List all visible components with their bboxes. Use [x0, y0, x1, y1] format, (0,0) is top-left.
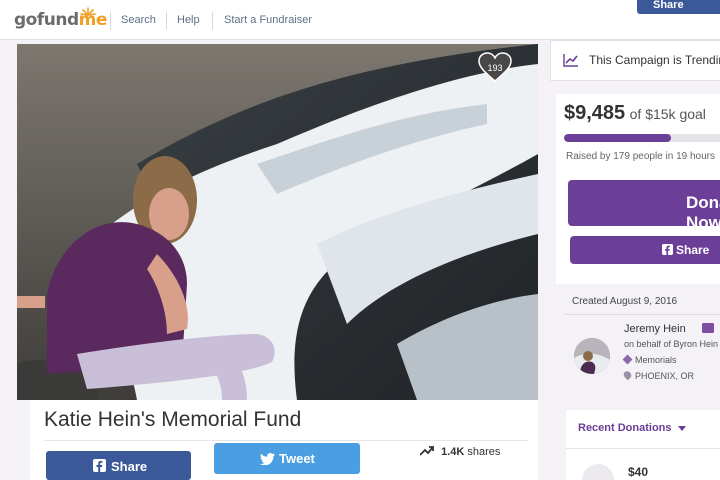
donation-amount: $40: [628, 465, 649, 479]
campaign-title: Katie Hein's Memorial Fund: [44, 408, 302, 431]
created-date: Created August 9, 2016: [572, 296, 678, 307]
raised-by-text: Raised by 179 people in 19 hours: [566, 151, 715, 162]
shares-counter: 1.4K shares: [419, 446, 501, 458]
donations-divider: [566, 448, 720, 449]
goal-progress-fill: [564, 134, 672, 142]
campaign-info-card: Created August 9, 2016 Jeremy Hein on be…: [562, 290, 720, 394]
campaign-category[interactable]: Memorials: [622, 354, 677, 365]
trending-chart-icon: [563, 54, 578, 67]
top-facebook-share-button[interactable]: Share: [637, 0, 720, 14]
location-pin-icon: [622, 369, 633, 381]
category-label: Memorials: [635, 355, 677, 365]
caret-down-icon: [677, 425, 686, 431]
facebook-share-label: Share: [111, 459, 148, 474]
shares-count: 1.4K: [441, 446, 465, 458]
trending-arrow-icon: [419, 446, 434, 456]
donate-now-button[interactable]: Donate Now: [568, 180, 720, 232]
donation-goal-card: $9,485 of $15k goal Raised by 179 people…: [556, 94, 720, 284]
contact-mail-icon[interactable]: [702, 323, 714, 333]
beach-photo-illustration: [17, 44, 538, 400]
shares-label: shares: [467, 446, 501, 458]
info-divider: [564, 314, 720, 315]
tweet-label: Tweet: [279, 451, 315, 466]
facebook-share-button[interactable]: Share: [46, 451, 191, 480]
facebook-icon: [662, 244, 673, 255]
campaign-location: PHOENIX, OR: [622, 369, 695, 381]
organizer-name[interactable]: Jeremy Hein: [624, 323, 686, 335]
organizer-avatar[interactable]: [574, 338, 610, 374]
sidebar-share-label: Share: [676, 243, 710, 257]
recent-donations-label: Recent Donations: [578, 422, 672, 434]
nav-link-start-fundraiser[interactable]: Start a Fundraiser: [224, 14, 312, 26]
donate-now-label: Donate Now: [686, 193, 720, 232]
logo-sun-icon: [80, 7, 96, 16]
facebook-icon: [93, 459, 106, 472]
nav-link-search[interactable]: Search: [121, 14, 156, 26]
location-label: PHOENIX, OR: [635, 371, 695, 381]
campaign-photo: [17, 44, 538, 400]
nav-separator: [166, 12, 167, 30]
donor-avatar: [582, 464, 614, 480]
trending-banner: This Campaign is Trending: [550, 40, 720, 81]
nav-separator: [212, 12, 213, 30]
tweet-button[interactable]: Tweet: [214, 443, 360, 474]
nav-link-help[interactable]: Help: [177, 14, 200, 26]
goal-progress-bar: [564, 134, 720, 142]
organizer-avatar-image: [574, 338, 610, 374]
recent-donations-card: Recent Donations $40: [566, 410, 720, 480]
raised-amount: $9,485: [564, 102, 626, 124]
title-divider: [44, 440, 528, 441]
top-navigation-bar: gofundme Search Help Start a Fundraiser …: [0, 0, 720, 40]
on-behalf-text: on behalf of Byron Hein: [624, 339, 719, 349]
recent-donations-dropdown[interactable]: Recent Donations: [578, 422, 686, 434]
goal-text: of $15k goal: [629, 106, 706, 122]
twitter-bird-icon: [260, 453, 275, 465]
heart-count: 193: [487, 63, 503, 73]
trending-text: This Campaign is Trending: [589, 53, 720, 67]
sidebar-facebook-share-button[interactable]: Share: [570, 236, 720, 264]
top-facebook-share-label: Share: [653, 0, 684, 11]
raised-summary: $9,485 of $15k goal: [564, 102, 706, 125]
tag-icon: [622, 354, 633, 365]
nav-separator: [110, 12, 111, 30]
